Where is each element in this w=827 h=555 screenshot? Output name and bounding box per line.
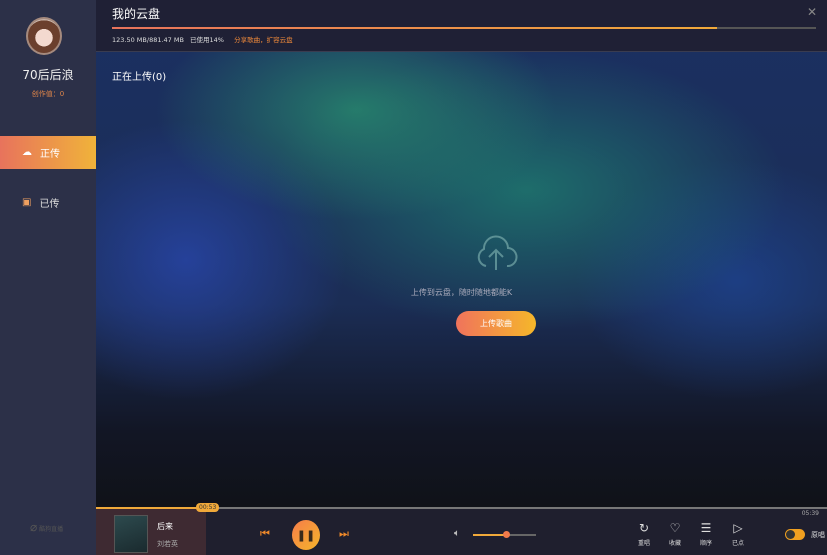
volume-icon[interactable]: 🔈︎ (454, 528, 460, 539)
playlist-button[interactable]: ▷ 已点 (726, 521, 750, 547)
current-time: 00:53 (196, 503, 220, 512)
uploading-title: 正在上传(0) (112, 72, 167, 83)
share-expand-link[interactable]: 分享歌曲，扩容云盘 (234, 36, 293, 44)
original-vocal-label: 原唱 (811, 531, 825, 539)
previous-icon[interactable]: ⏮ (260, 527, 270, 541)
replay-button[interactable]: ↻ 重唱 (632, 521, 656, 547)
close-icon[interactable]: ✕ (807, 5, 817, 19)
sidebar-item-uploaded[interactable]: ▣ 已传 (0, 186, 96, 219)
live-button[interactable]: ⌀ 酷狗直播 (30, 520, 63, 534)
sidebar: 70后后浪 创作值：0 ☁ 正传 ▣ 已传 ⌀ 酷狗直播 (0, 0, 96, 555)
storage-usage-bar (112, 27, 816, 29)
original-vocal-toggle[interactable] (785, 529, 805, 540)
cloud-panel: 我的云盘 ✕ 123.50 MB/881.47 MB 已使用14% 分享歌曲，扩… (96, 0, 827, 507)
sidebar-item-label: 正传 (40, 149, 60, 160)
inbox-icon: ▣ (22, 197, 32, 208)
sidebar-item-label: 已传 (39, 199, 60, 210)
header: 我的云盘 ✕ 123.50 MB/881.47 MB 已使用14% 分享歌曲，扩… (96, 0, 827, 52)
favorite-button[interactable]: ♡ 收藏 (663, 521, 687, 547)
next-icon[interactable]: ⏭ (339, 527, 349, 541)
upload-song-button[interactable]: 上传歌曲 (456, 311, 536, 336)
replay-icon: ↻ (638, 521, 650, 535)
volume-slider[interactable] (473, 531, 536, 538)
live-icon: ⌀ (30, 520, 38, 534)
storage-stats: 123.50 MB/881.47 MB 已使用14% 分享歌曲，扩容云盘 (112, 36, 293, 44)
upload-hint: 上传到云盘，随时随地都能K (410, 288, 513, 297)
song-title[interactable]: 后来 (157, 521, 173, 532)
playlist-icon: ▷ (733, 521, 743, 535)
player-bar: 00:53 05:39 后来 刘若英 ⏮ ❚❚ ⏭ 🔈︎ ↻ 重唱 ♡ 收藏 ☰ 顺序… (96, 503, 827, 555)
pause-button[interactable]: ❚❚ (292, 520, 320, 550)
album-cover[interactable] (114, 515, 148, 553)
page-title: 我的云盘 (112, 7, 161, 21)
order-icon: ☰ (700, 521, 712, 535)
total-time: 05:39 (801, 510, 819, 517)
order-button[interactable]: ☰ 顺序 (694, 521, 718, 547)
heart-icon: ♡ (669, 521, 681, 535)
artist-name[interactable]: 刘若英 (157, 539, 178, 549)
creation-score: 创作值：0 (31, 90, 65, 98)
cloud-upload-icon: ☁ (22, 147, 32, 158)
cloud-upload-icon (477, 235, 518, 270)
avatar[interactable] (26, 17, 62, 55)
username: 70后后浪 (22, 68, 74, 82)
sidebar-item-uploading[interactable]: ☁ 正传 (0, 136, 96, 169)
